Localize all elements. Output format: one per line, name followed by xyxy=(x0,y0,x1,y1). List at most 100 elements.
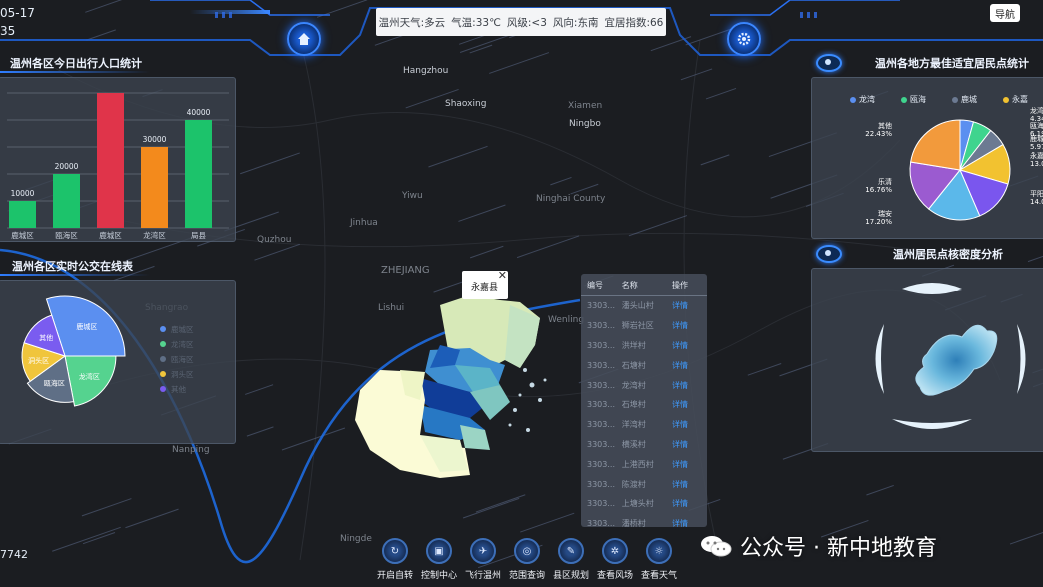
date-display: 05-17 xyxy=(0,6,35,20)
row-id: 3303... xyxy=(587,479,615,489)
rose-slice-label: 其他 xyxy=(39,333,53,342)
bar[interactable] xyxy=(9,201,36,228)
wind-streak xyxy=(462,497,520,519)
bar-category-label: 鹿城区 xyxy=(99,230,122,240)
wind-streak xyxy=(628,215,688,237)
map-label: Shaoxing xyxy=(445,99,486,109)
wind-streak xyxy=(240,152,300,175)
legend-dot xyxy=(952,96,958,103)
map-label: Ningbo xyxy=(569,119,601,129)
bar[interactable] xyxy=(141,147,168,228)
row-detail-link[interactable]: 详情 xyxy=(672,518,701,529)
wind-streak xyxy=(245,384,274,395)
settings-button[interactable] xyxy=(727,22,761,56)
row-detail-link[interactable]: 详情 xyxy=(672,479,701,490)
wind-streak xyxy=(281,427,346,451)
row-detail-link[interactable]: 详情 xyxy=(672,439,701,450)
row-detail-link[interactable]: 详情 xyxy=(672,360,701,371)
wind-streak xyxy=(125,508,179,529)
legend-item[interactable]: 永嘉 xyxy=(1003,94,1028,105)
pie-slice[interactable] xyxy=(910,119,961,171)
wind-streak xyxy=(1009,531,1043,545)
legend-dot xyxy=(160,326,166,332)
row-id: 3303... xyxy=(587,519,615,529)
legend-item[interactable]: 龙湾 xyxy=(850,94,875,105)
legend-dot xyxy=(1003,96,1009,103)
pie-slice-label: 乐清 xyxy=(878,177,892,186)
row-name: 横溪村 xyxy=(621,439,646,449)
row-detail-link[interactable]: 详情 xyxy=(672,340,701,351)
row-name: 龙湾村 xyxy=(621,380,646,390)
popup-title: 永嘉县 xyxy=(471,283,499,293)
weather-wind-dir: 风向:东南 xyxy=(552,16,599,29)
row-detail-link[interactable]: 详情 xyxy=(672,419,701,430)
table-row: 3303... 上塘头村 详情 xyxy=(581,494,707,514)
wind-streak xyxy=(520,512,575,533)
rose-slice-label: 鹿城区 xyxy=(76,322,97,331)
legend-label[interactable]: 洞头区 xyxy=(171,369,194,379)
home-button[interactable] xyxy=(287,22,321,56)
legend-label[interactable]: 其他 xyxy=(171,384,186,394)
wind-streak xyxy=(570,183,599,195)
bar[interactable] xyxy=(185,120,212,228)
bar[interactable] xyxy=(53,174,80,228)
pie-slice-value: 13.0 xyxy=(1030,160,1043,168)
bar-category-label: 龙湾区 xyxy=(143,230,166,240)
transit-panel: 鹿城区 龙湾区 瓯海区 洞头区 其他 鹿城区 龙湾区 瓯海区 洞头区 其他 xyxy=(0,280,236,444)
weather-wind-level: 风级:<3 xyxy=(506,16,547,29)
row-id: 3303... xyxy=(587,400,615,410)
legend-dot xyxy=(160,386,166,392)
toolbar-button[interactable]: ☼ 查看天气 xyxy=(624,538,694,584)
legend-item[interactable]: 瓯海 xyxy=(901,94,926,105)
pie-slice-label: 鹿城 xyxy=(1030,134,1043,143)
home-icon xyxy=(298,33,310,45)
row-name: 上塘头村 xyxy=(621,499,654,509)
row-detail-link[interactable]: 详情 xyxy=(672,380,701,391)
weather-bar: 温州天气:多云 气温:33℃ 风级:<3 风向:东南 宜居指数:66 xyxy=(376,8,666,36)
legend-label: 永嘉 xyxy=(1012,95,1028,104)
pie-slice-label: 龙湾 xyxy=(1030,106,1043,115)
wind-streak xyxy=(52,526,121,552)
pie-slice-label: 其他 xyxy=(878,121,892,130)
row-name: 狮岩社区 xyxy=(621,321,654,331)
bar[interactable] xyxy=(97,93,124,228)
row-detail-link[interactable]: 详情 xyxy=(672,300,701,311)
map-label: Jinhua xyxy=(349,218,378,228)
watermark-text: 公众号 · 新中地教育 xyxy=(740,536,937,561)
legend-item[interactable]: 鹿城 xyxy=(952,94,977,105)
weather-icon: ☼ xyxy=(646,538,672,564)
row-detail-link[interactable]: 详情 xyxy=(672,498,701,509)
legend-label[interactable]: 鹿城区 xyxy=(171,324,194,334)
wind-streak xyxy=(246,426,274,437)
map-label: ZHEJIANG xyxy=(381,265,430,276)
density-panel xyxy=(811,268,1043,452)
map-label: Lishui xyxy=(378,303,404,313)
popup-close-icon[interactable]: ✕ xyxy=(498,269,507,282)
population-panel: 10000 鹿城区 20000 瓯海区 鹿城区 30000 龙湾区 40000 局县 xyxy=(0,77,236,242)
legend-label[interactable]: 瓯海区 xyxy=(171,354,194,364)
nav-button[interactable]: 导航 xyxy=(990,4,1020,22)
population-panel-title: 温州各区今日出行人口统计 xyxy=(10,57,142,70)
table-row: 3303... 石埠村 详情 xyxy=(581,395,707,415)
row-name: 潘桥村 xyxy=(621,519,646,529)
row-id: 3303... xyxy=(587,360,615,370)
weather-city: 温州天气:多云 xyxy=(378,16,446,29)
legend-label[interactable]: 龙湾区 xyxy=(171,339,194,349)
table-row: 3303... 上港西村 详情 xyxy=(581,454,707,474)
legend-dot xyxy=(850,96,856,103)
table-row: 3303... 狮岩社区 详情 xyxy=(581,316,707,336)
col-header-id: 编号 xyxy=(587,281,603,290)
table-row: 3303... 洋湾村 详情 xyxy=(581,415,707,435)
row-detail-link[interactable]: 详情 xyxy=(672,399,701,410)
watermark: 公众号 · 新中地教育 xyxy=(700,530,937,562)
table-row: 3303... 洪垟村 详情 xyxy=(581,336,707,356)
population-bar-chart: 10000 鹿城区 20000 瓯海区 鹿城区 30000 龙湾区 40000 局县 xyxy=(7,92,229,240)
wind-streak xyxy=(700,154,730,166)
table-row: 3303... 陈渡村 详情 xyxy=(581,474,707,494)
map-label: Yiwu xyxy=(401,191,423,201)
table-row: 3303... 石塘村 详情 xyxy=(581,355,707,375)
row-name: 石埠村 xyxy=(621,400,646,410)
row-detail-link[interactable]: 详情 xyxy=(672,459,701,470)
row-detail-link[interactable]: 详情 xyxy=(672,320,701,331)
pie-slice-label: 永嘉 xyxy=(1030,151,1043,160)
